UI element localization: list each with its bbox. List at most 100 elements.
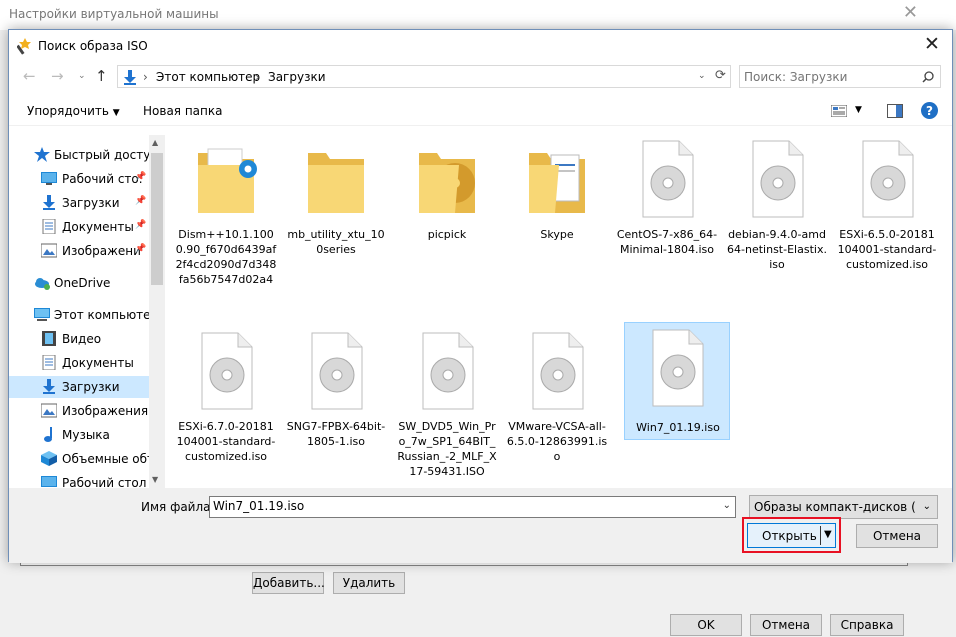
preview-pane-icon[interactable] [887,104,903,118]
open-button[interactable]: Открыть ▼ [747,523,836,548]
filename-input[interactable] [213,499,708,513]
address-row: ← → ⌄ ↑ › Этот компьютер › Загрузки ⌄ ⟳ [9,62,952,92]
scrollbar-thumb[interactable] [151,153,163,285]
file-item[interactable]: ESXi-6.5.0-20181104001-standard-customiz… [834,133,940,277]
nav-label: Объемные объ [62,452,149,466]
vm-cancel-button[interactable]: Отмена [750,614,822,636]
cancel-button[interactable]: Отмена [856,524,938,548]
file-item[interactable]: ESXi-6.7.0-20181104001-standard-customiz… [173,325,279,469]
new-folder-button[interactable]: Новая папка [143,104,222,118]
back-arrow-icon[interactable]: ← [23,67,36,85]
3d-objects-icon [41,451,57,466]
nav-item-desktop-pinned[interactable]: Рабочий сто. 📌 [9,168,149,190]
nav-item-video[interactable]: Видео [9,328,149,350]
nav-item-music[interactable]: Музыка [9,424,149,446]
address-bar[interactable]: › Этот компьютер › Загрузки ⌄ ⟳ [117,65,731,88]
scroll-up-icon[interactable]: ▲ [152,138,158,147]
nav-item-documents[interactable]: Документы [9,352,149,374]
disc-image-icon [311,332,363,410]
nav-item-documents-pinned[interactable]: Документы 📌 [9,216,149,238]
documents-icon [42,219,56,234]
help-icon[interactable]: ? [921,102,938,119]
nav-label: Видео [62,332,102,346]
pictures-icon [41,243,57,258]
breadcrumb-item-computer[interactable]: Этот компьютер [156,70,260,84]
file-name: picpick [427,228,467,241]
close-icon[interactable]: ✕ [903,2,918,23]
scroll-down-icon[interactable]: ▼ [152,475,158,484]
disc-image-icon [642,140,694,218]
add-button[interactable]: Добавить... [252,572,325,594]
file-item[interactable]: SW_DVD5_Win_Pro_7w_SP1_64BIT_Russian_-2_… [394,325,500,478]
computer-icon [34,308,50,321]
video-icon [42,331,56,346]
navigation-pane: Быстрый доступ Рабочий сто. 📌 Загрузки 📌… [9,135,165,488]
forward-arrow-icon[interactable]: → [51,67,64,85]
nav-item-pictures-pinned[interactable]: Изображени 📌 [9,240,149,262]
file-item[interactable]: VMware-VCSA-all-6.5.0-12863991.iso [504,325,610,469]
nav-label: Загрузки [62,380,120,394]
file-name: VMware-VCSA-all-6.5.0-12863991.iso [506,420,608,463]
view-mode-icon[interactable] [831,105,847,117]
svg-text:?: ? [926,104,933,118]
search-icon[interactable] [922,71,934,83]
file-item[interactable]: Dism++10.1.1000.90_f670d6439af2f4cd2090d… [173,133,279,286]
nav-label: Документы [62,220,134,234]
refresh-icon[interactable]: ⟳ [715,68,726,83]
file-item-selected[interactable]: Win7_01.19.iso [624,322,730,440]
file-item[interactable]: debian-9.4.0-amd64-netinst-Elastix.iso [724,133,830,277]
close-icon[interactable]: ✕ [920,33,944,55]
nav-item-desktop[interactable]: Рабочий стол [9,472,149,488]
search-box[interactable] [739,65,941,88]
music-icon [44,427,52,442]
filetype-select[interactable]: Образы компакт-дисков (*.iso ⌄ [749,495,938,519]
nav-item-downloads[interactable]: Загрузки [9,376,149,398]
file-item[interactable]: Skype [504,133,610,277]
organize-button[interactable]: Упорядочить ▼ [27,104,120,118]
filename-combobox[interactable]: ⌄ [209,496,736,518]
file-item[interactable]: picpick [394,133,500,277]
chevron-down-icon[interactable]: ⌄ [698,71,706,81]
organize-label: Упорядочить [27,104,109,118]
view-options-caret-icon[interactable]: ▼ [855,105,862,115]
nav-label: Быстрый доступ [54,148,149,162]
nav-item-downloads-pinned[interactable]: Загрузки 📌 [9,192,149,214]
nav-item-pictures[interactable]: Изображения [9,400,149,422]
ok-button[interactable]: OK [670,614,742,636]
nav-item-this-pc[interactable]: Этот компьютер [9,304,149,326]
nav-item-3d-objects[interactable]: Объемные объ [9,448,149,470]
file-name: ESXi-6.5.0-20181104001-standard-customiz… [837,228,937,271]
chevron-down-icon[interactable]: ⌄ [723,500,731,511]
star-icon [34,147,50,162]
caret-down-icon[interactable]: ▼ [824,529,832,540]
download-icon [43,379,55,394]
breadcrumb-item-downloads[interactable]: Загрузки [268,70,326,84]
file-name: mb_utility_xtu_100series [287,228,385,256]
file-name: SNG7-FPBX-64bit-1805-1.iso [286,420,386,448]
nav-label: Рабочий сто. [62,172,143,186]
search-input[interactable] [744,68,914,85]
file-item[interactable]: SNG7-FPBX-64bit-1805-1.iso [283,325,389,469]
desktop-icon [41,476,57,487]
disc-image-icon [201,332,253,410]
nav-item-onedrive[interactable]: OneDrive [9,272,149,294]
disc-image-icon [652,329,704,407]
vm-settings-title: Настройки виртуальной машины [9,7,219,21]
pin-icon: 📌 [135,244,147,254]
file-item[interactable]: CentOS-7-x86_64-Minimal-1804.iso [614,133,720,277]
nav-item-quick-access[interactable]: Быстрый доступ [9,144,149,166]
file-name: Win7_01.19.iso [636,421,720,434]
remove-button[interactable]: Удалить [333,572,405,594]
up-arrow-icon[interactable]: ↑ [95,67,108,85]
help-button[interactable]: Справка [830,614,904,636]
nav-scrollbar[interactable]: ▲ ▼ [149,135,165,488]
split-divider [820,526,821,545]
iso-browse-dialog: Поиск образа ISO ✕ ← → ⌄ ↑ › Этот компью… [8,29,953,563]
filetype-value: Образы компакт-дисков (*.iso [754,500,916,514]
file-item[interactable]: mb_utility_xtu_100series [283,133,389,277]
chevron-down-icon[interactable]: ⌄ [78,71,86,81]
documents-icon [42,355,56,370]
vm-settings-titlebar: Настройки виртуальной машины ✕ [0,0,956,30]
dialog-titlebar: Поиск образа ISO ✕ [9,30,952,61]
nav-label: Загрузки [62,196,120,210]
